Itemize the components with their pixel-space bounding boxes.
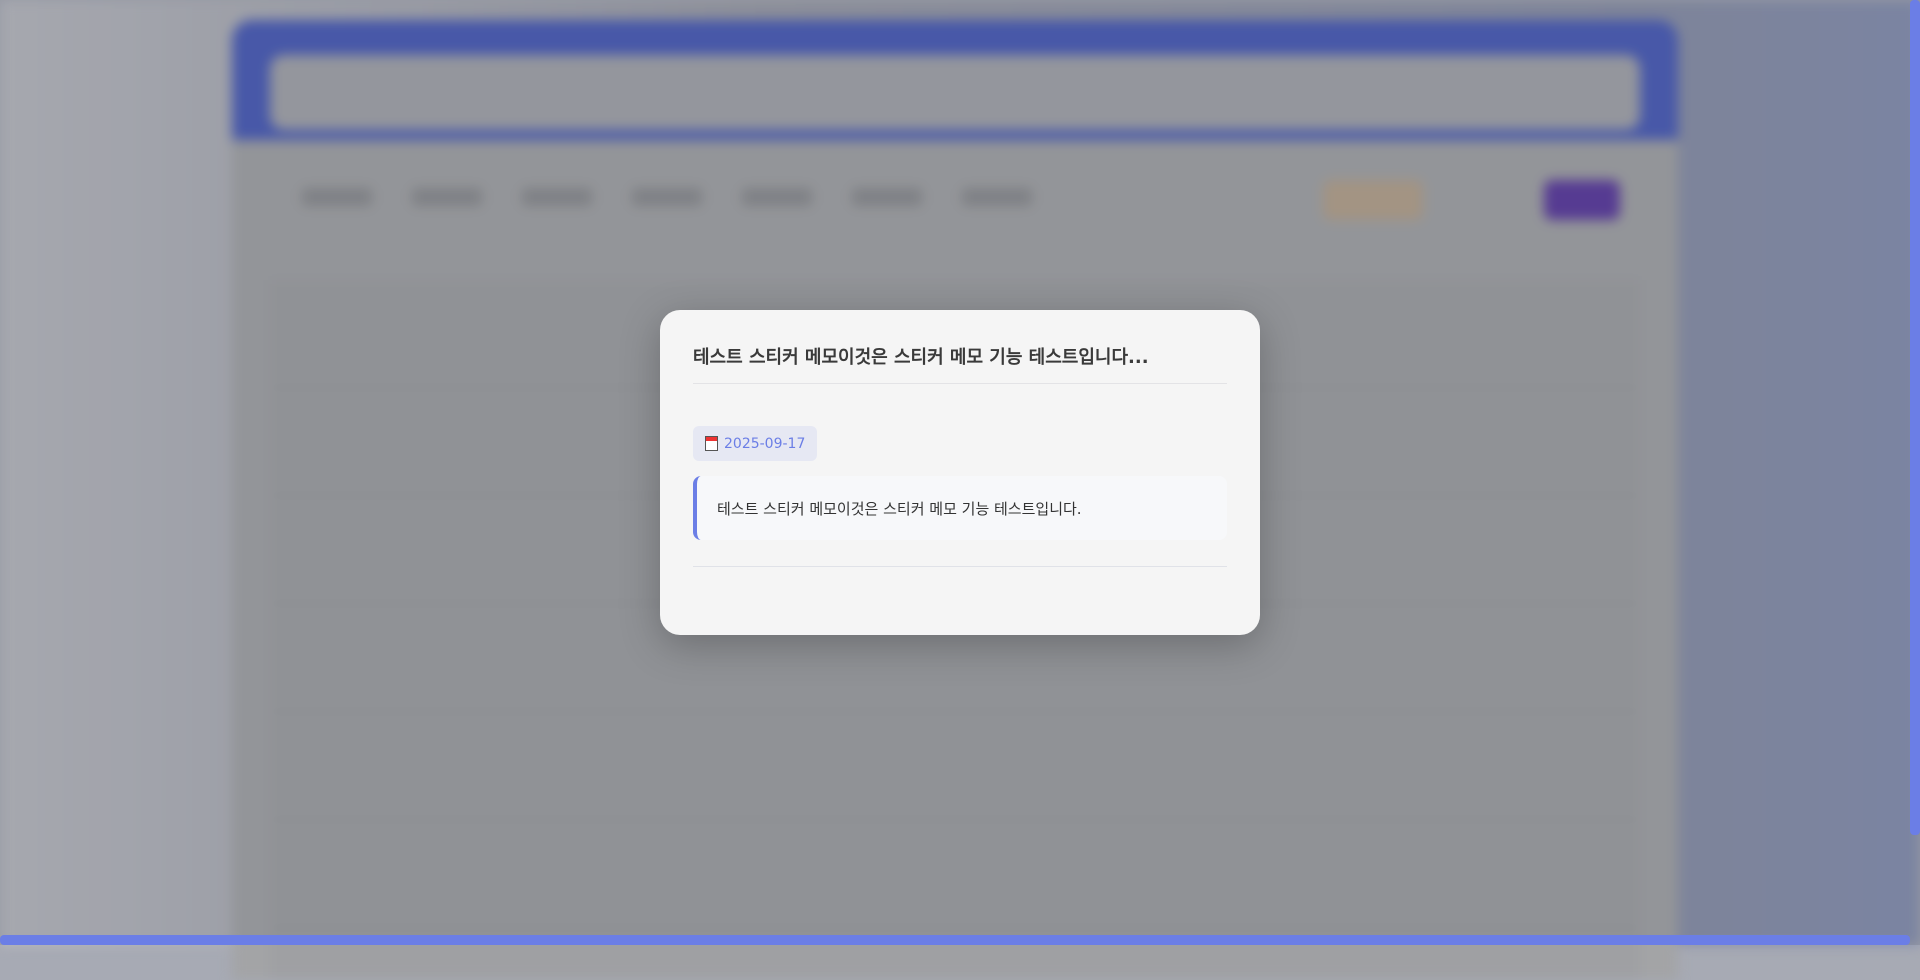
divider bbox=[693, 383, 1227, 384]
date-text: 2025-09-17 bbox=[724, 435, 806, 452]
modal-title: 테스트 스티커 메모이것은 스티커 메모 기능 테스트입니다... bbox=[693, 347, 1149, 368]
memo-modal: 테스트 스티커 메모이것은 스티커 메모 기능 테스트입니다... 2025-0… bbox=[660, 310, 1260, 635]
divider bbox=[693, 566, 1227, 567]
date-badge: 2025-09-17 bbox=[693, 426, 818, 461]
horizontal-scrollbar[interactable] bbox=[0, 935, 1910, 945]
vertical-scrollbar[interactable] bbox=[1910, 0, 1920, 835]
memo-content: 테스트 스티커 메모이것은 스티커 메모 기능 테스트입니다. bbox=[693, 476, 1227, 540]
memo-text: 테스트 스티커 메모이것은 스티커 메모 기능 테스트입니다. bbox=[717, 499, 1082, 518]
calendar-icon bbox=[705, 436, 718, 451]
